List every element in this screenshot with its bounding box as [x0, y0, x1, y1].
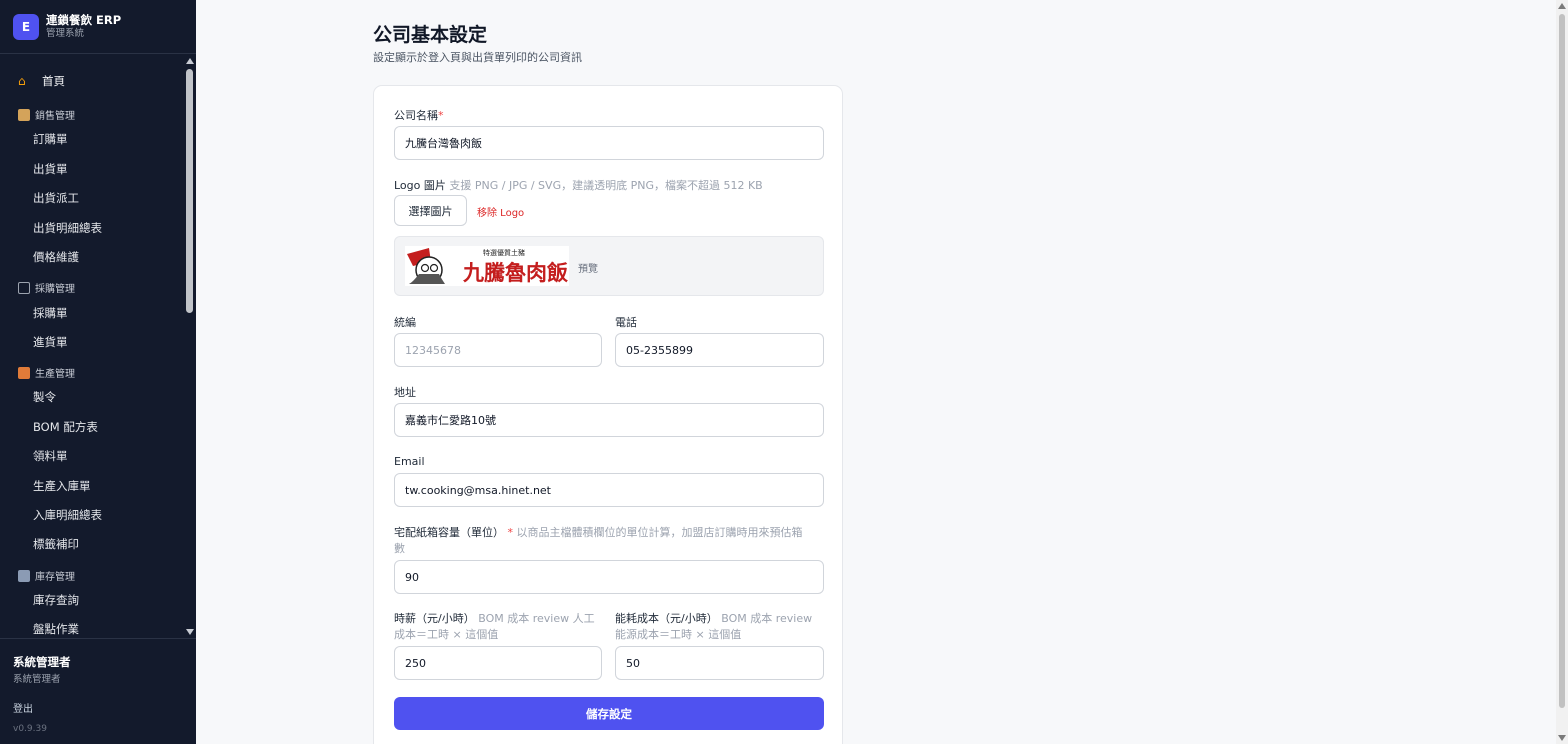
sidebar-scrollbar[interactable] [184, 55, 196, 638]
settings-form-card: 公司名稱* Logo 圖片 支援 PNG / JPG / SVG，建議透明底 P… [373, 85, 843, 744]
sidebar-item-work-order[interactable]: 製令 [33, 389, 56, 405]
sidebar-item-bom[interactable]: BOM 配方表 [33, 419, 98, 435]
address-field[interactable] [394, 403, 824, 437]
sidebar-item-stock-query[interactable]: 庫存查詢 [33, 592, 79, 608]
scrollbar-thumb[interactable] [186, 69, 193, 313]
sidebar-item-label: 首頁 [42, 74, 65, 88]
svg-text:九騰魯肉飯: 九騰魯肉飯 [462, 260, 568, 285]
svg-text:特選優質土豬: 特選優質土豬 [483, 248, 525, 257]
sidebar-group-inventory[interactable]: 庫存管理 [18, 568, 75, 583]
brand[interactable]: E 連鎖餐飲 ERP 管理系統 [0, 0, 196, 54]
sidebar-item-material-issue[interactable]: 領料單 [33, 448, 68, 464]
cart-icon [18, 281, 30, 294]
tax-id-label: 統編 [394, 316, 416, 329]
scroll-down-arrow-icon[interactable] [186, 629, 194, 635]
scroll-up-arrow-icon[interactable] [186, 58, 194, 64]
remove-logo-button[interactable]: 移除 Logo [477, 204, 524, 219]
sidebar-item-purchase-order[interactable]: 訂購單 [33, 131, 68, 147]
phone-label: 電話 [615, 316, 637, 329]
scroll-up-arrow-icon[interactable] [1558, 3, 1566, 9]
brand-title: 連鎖餐飲 ERP [46, 13, 122, 27]
sidebar-item-shipping-order[interactable]: 出貨單 [33, 161, 68, 177]
energy-cost-label: 能耗成本（元/小時） BOM 成本 review 能源成本＝工時 × 這個值 [615, 612, 813, 641]
sidebar-item-stocktake[interactable]: 盤點作業 [33, 621, 79, 637]
hourly-wage-label: 時薪（元/小時） BOM 成本 review 人工 成本＝工時 × 這個值 [394, 612, 595, 641]
logout-link[interactable]: 登出 [13, 700, 196, 715]
box-icon [18, 108, 30, 121]
scroll-down-arrow-icon[interactable] [1558, 735, 1566, 741]
page-scrollbar[interactable] [1556, 0, 1568, 744]
warehouse-icon [18, 569, 30, 582]
company-name-label: 公司名稱* [394, 109, 444, 122]
main-content: 公司基本設定 設定顯示於登入頁與出貨單列印的公司資訊 公司名稱* Logo 圖片… [196, 0, 1568, 744]
choose-image-button[interactable]: 選擇圖片 [394, 195, 467, 226]
sidebar-item-label-reprint[interactable]: 標籤補印 [33, 536, 79, 552]
brand-logo: E [13, 13, 39, 40]
brand-subtitle: 管理系統 [46, 28, 85, 39]
sidebar-item-home[interactable]: ⌂ 首頁 [18, 73, 65, 89]
company-name-field[interactable] [394, 126, 824, 160]
preview-label: 預覽 [578, 264, 598, 275]
user-role: 系統管理者 [13, 674, 61, 685]
page-title: 公司基本設定 [373, 24, 488, 46]
email-label: Email [394, 455, 425, 468]
page-subtitle: 設定顯示於登入頁與出貨單列印的公司資訊 [373, 51, 582, 64]
logo-preview: 九騰魯肉飯 特選優質土豬 預覽 [394, 236, 824, 296]
address-label: 地址 [394, 386, 416, 399]
user-panel: 系統管理者 系統管理者 登出 v0.9.39 [0, 638, 196, 744]
sidebar-item-receipt-detail[interactable]: 入庫明細總表 [33, 507, 102, 523]
sidebar-item-price[interactable]: 價格維護 [33, 249, 79, 265]
sidebar-group-purchasing[interactable]: 採購管理 [18, 280, 75, 295]
logo-label: Logo 圖片 支援 PNG / JPG / SVG，建議透明底 PNG，檔案不… [394, 179, 763, 192]
sidebar-item-production-receipt[interactable]: 生產入庫單 [33, 478, 91, 494]
sidebar-item-dispatch[interactable]: 出貨派工 [33, 190, 79, 206]
sidebar-item-procurement[interactable]: 採購單 [33, 305, 68, 321]
energy-cost-field[interactable] [615, 646, 824, 680]
sidebar-group-production[interactable]: 生產管理 [18, 365, 75, 380]
user-name: 系統管理者 [13, 655, 71, 669]
save-settings-button[interactable]: 儲存設定 [394, 697, 824, 730]
sidebar-item-receiving[interactable]: 進貨單 [33, 334, 68, 350]
scrollbar-thumb[interactable] [1559, 14, 1565, 708]
version-label: v0.9.39 [13, 724, 47, 734]
phone-field[interactable] [615, 333, 824, 367]
tax-id-field[interactable] [394, 333, 602, 367]
sidebar-nav: ⌂ 首頁 銷售管理 訂購單 出貨單 出貨派工 出貨明細總表 價格維護 採購管理 … [0, 55, 183, 638]
factory-icon [18, 366, 30, 379]
hourly-wage-field[interactable] [394, 646, 602, 680]
sidebar-item-shipping-detail[interactable]: 出貨明細總表 [33, 220, 102, 236]
sidebar: E 連鎖餐飲 ERP 管理系統 ⌂ 首頁 銷售管理 訂購單 出貨單 出貨派工 出… [0, 0, 196, 744]
house-icon: ⌂ [18, 74, 26, 88]
sidebar-group-sales[interactable]: 銷售管理 [18, 107, 75, 122]
email-field[interactable] [394, 473, 824, 507]
box-capacity-field[interactable] [394, 560, 824, 594]
company-logo-image: 九騰魯肉飯 特選優質土豬 [405, 246, 569, 286]
box-capacity-label: 宅配紙箱容量（單位） * 以商品主檔體積欄位的單位計算，加盟店訂購時用來預估箱數 [394, 526, 803, 555]
